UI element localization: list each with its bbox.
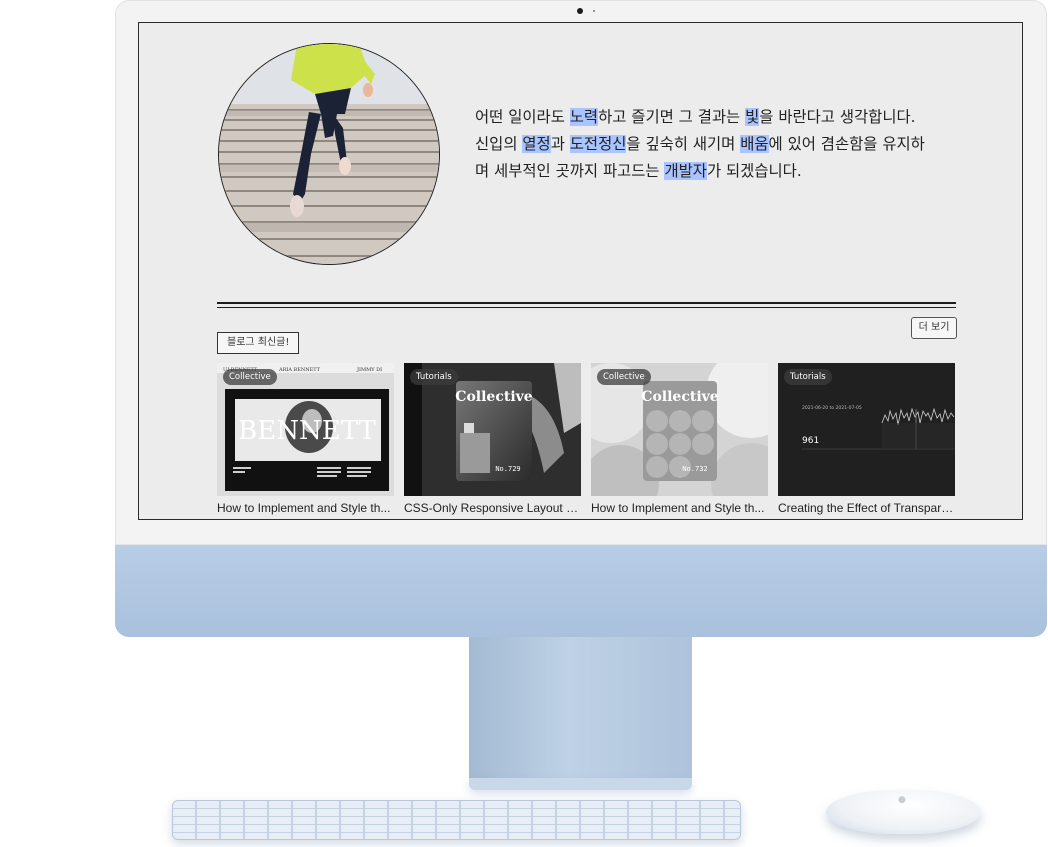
imac-stand-foot: [469, 778, 692, 790]
blog-card-title[interactable]: Creating the Effect of Transpare...: [778, 501, 955, 515]
blog-card-title[interactable]: How to Implement and Style th...: [217, 501, 394, 515]
thumb-header-text: JIMMY DI: [356, 367, 382, 373]
blog-card-thumbnail[interactable]: UI BENNETT ARIA BENNETT JIMMY DI BENNETT…: [217, 363, 394, 496]
intro-text: 하고 즐기면 그 결과는: [598, 108, 746, 126]
intro-highlight: 열정: [522, 135, 551, 153]
intro-text: 어떤 일이라도: [475, 108, 570, 126]
thumb-header-text: ARIA BENNETT: [278, 367, 321, 373]
blog-card-thumbnail[interactable]: Collective No.732 Collective: [591, 363, 768, 496]
intro-highlight: 배움: [740, 135, 769, 153]
thumb-brand-text: Collective: [641, 389, 718, 405]
intro-text: 을 깊숙히 새기며: [626, 135, 741, 153]
blog-card[interactable]: UI BENNETT ARIA BENNETT JIMMY DI BENNETT…: [217, 363, 394, 515]
intro-text: 과: [550, 135, 570, 153]
intro-highlight: 도전정신: [569, 135, 627, 153]
runner-on-stairs-image: [219, 44, 439, 264]
camera-icon: [577, 8, 583, 14]
blog-card-thumbnail[interactable]: 2021-06-20 to 2021-07-05 961 Tutorials: [778, 363, 955, 496]
screen: 어떤 일이라도 노력하고 즐기면 그 결과는 빛을 바란다고 생각합니다. 신입…: [138, 22, 1023, 520]
blog-card[interactable]: 2021-06-20 to 2021-07-05 961 Tutorials C…: [778, 363, 955, 515]
blog-card[interactable]: Collective No.732 Collective How to Impl…: [591, 363, 768, 515]
intro-paragraph: 어떤 일이라도 노력하고 즐기면 그 결과는 빛을 바란다고 생각합니다. 신입…: [475, 104, 925, 185]
apple-logo-icon: ●: [898, 795, 906, 805]
intro-highlight: 빛: [745, 108, 760, 126]
category-tag: Tutorials: [784, 369, 832, 385]
thumb-number-text: No.729: [495, 465, 520, 473]
intro-highlight: 노력: [569, 108, 599, 126]
thumb-value-text: 961: [802, 436, 819, 446]
mouse: ●: [826, 790, 981, 834]
blog-card-thumbnail[interactable]: Collective No.729 Tutorials: [404, 363, 581, 496]
category-tag: Collective: [223, 369, 277, 385]
keyboard: [172, 800, 741, 840]
blog-card-title[interactable]: CSS-Only Responsive Layout wit...: [404, 501, 581, 515]
intro-highlight: 개발자: [664, 162, 707, 180]
thumb-date-text: 2021-06-20 to 2021-07-05: [802, 405, 862, 411]
thumb-brand-text: Collective: [455, 389, 532, 405]
section-divider: [217, 302, 956, 308]
thumb-brand-text: BENNETT: [238, 416, 376, 446]
intro-text: 가 되겠습니다.: [706, 162, 802, 180]
profile-photo: [218, 43, 440, 265]
imac-chin: [115, 545, 1047, 637]
blog-card[interactable]: Collective No.729 Tutorials CSS-Only Res…: [404, 363, 581, 515]
thumb-number-text: No.732: [682, 465, 707, 473]
category-tag: Collective: [597, 369, 651, 385]
category-tag: Tutorials: [410, 369, 458, 385]
imac-stand: [469, 637, 692, 780]
blog-card-title[interactable]: How to Implement and Style th...: [591, 501, 768, 515]
blog-section-label: 블로그 최신글!: [217, 332, 300, 354]
more-button[interactable]: 더 보기: [911, 317, 957, 339]
camera-sensor: [593, 10, 595, 12]
